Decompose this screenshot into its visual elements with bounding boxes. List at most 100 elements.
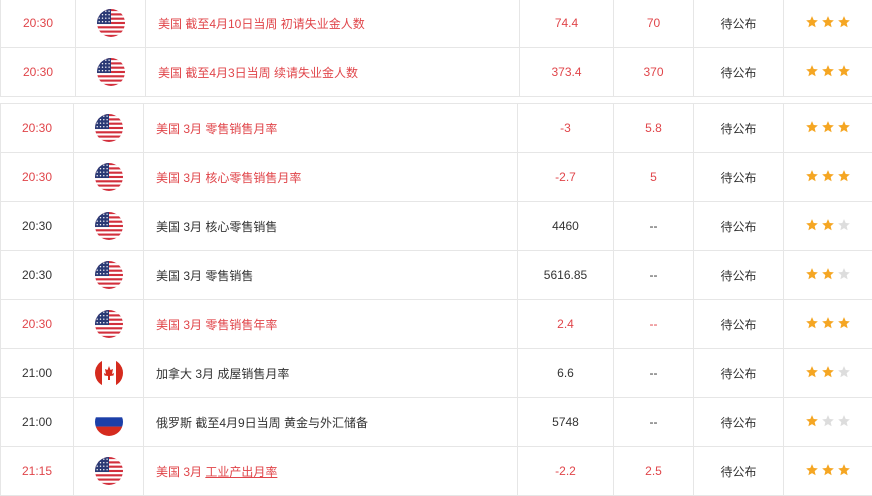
star-filled-icon bbox=[837, 120, 851, 137]
country-cell bbox=[74, 349, 144, 398]
star-filled-icon bbox=[821, 218, 835, 235]
event-prefix: 美国 3月 bbox=[156, 465, 205, 479]
forecast-value: -2.7 bbox=[518, 153, 614, 202]
star-filled-icon bbox=[805, 169, 819, 186]
event-time: 21:00 bbox=[1, 349, 74, 398]
previous-value: -- bbox=[614, 251, 694, 300]
event-time: 21:15 bbox=[1, 447, 74, 496]
status-text: 待公布 bbox=[694, 300, 784, 349]
star-empty-icon bbox=[837, 365, 851, 382]
previous-value: 370 bbox=[614, 48, 694, 97]
forecast-value: -3 bbox=[518, 104, 614, 153]
star-filled-icon bbox=[821, 169, 835, 186]
event-name[interactable]: 美国 3月 零售销售月率 bbox=[144, 104, 518, 153]
forecast-value: 6.6 bbox=[518, 349, 614, 398]
table-row[interactable]: 20:30 美国 截至4月10日当周 初请失业金人数74.470待公布 bbox=[1, 0, 872, 48]
table-row[interactable]: 20:30 美国 3月 零售销售5616.85--待公布 bbox=[1, 251, 872, 300]
event-name[interactable]: 美国 截至4月3日当周 续请失业金人数 bbox=[146, 48, 520, 97]
event-name[interactable]: 美国 3月 核心零售销售月率 bbox=[144, 153, 518, 202]
event-link[interactable]: 工业产出月率 bbox=[205, 465, 277, 479]
importance-rating bbox=[784, 349, 872, 398]
table-row[interactable]: 21:00加拿大 3月 成屋销售月率6.6--待公布 bbox=[1, 349, 872, 398]
star-filled-icon bbox=[805, 365, 819, 382]
us-flag-icon bbox=[95, 261, 123, 289]
event-time: 20:30 bbox=[1, 153, 74, 202]
us-flag-icon bbox=[95, 310, 123, 338]
status-text: 待公布 bbox=[694, 48, 784, 97]
calendar-table-main: 20:30美国 3月 零售销售月率-35.8待公布20:30美国 3月 核心零售… bbox=[0, 103, 872, 496]
importance-rating bbox=[784, 153, 872, 202]
star-filled-icon bbox=[821, 267, 835, 284]
event-time: 21:00 bbox=[1, 398, 74, 447]
event-name[interactable]: 美国 截至4月10日当周 初请失业金人数 bbox=[146, 0, 520, 48]
previous-value: 5.8 bbox=[614, 104, 694, 153]
us-flag-icon bbox=[95, 114, 123, 142]
star-empty-icon bbox=[821, 414, 835, 431]
star-filled-icon bbox=[805, 316, 819, 333]
previous-value: -- bbox=[614, 202, 694, 251]
table-row[interactable]: 20:30美国 截至4月3日当周 续请失业金人数373.4370待公布 bbox=[1, 48, 872, 97]
forecast-value: 5616.85 bbox=[518, 251, 614, 300]
status-text: 待公布 bbox=[694, 202, 784, 251]
event-name[interactable]: 美国 3月 零售销售 bbox=[144, 251, 518, 300]
event-time: 20:30 bbox=[1, 0, 76, 48]
table-row[interactable]: 20:30美国 3月 零售销售月率-35.8待公布 bbox=[1, 104, 872, 153]
status-text: 待公布 bbox=[694, 251, 784, 300]
event-name[interactable]: 美国 3月 工业产出月率 bbox=[144, 447, 518, 496]
previous-value: -- bbox=[614, 300, 694, 349]
star-filled-icon bbox=[821, 463, 835, 480]
forecast-value: 373.4 bbox=[520, 48, 614, 97]
star-filled-icon bbox=[821, 15, 835, 32]
star-filled-icon bbox=[805, 218, 819, 235]
star-empty-icon bbox=[837, 414, 851, 431]
country-cell bbox=[76, 0, 146, 48]
star-filled-icon bbox=[805, 463, 819, 480]
status-text: 待公布 bbox=[694, 398, 784, 447]
star-filled-icon bbox=[837, 64, 851, 81]
star-empty-icon bbox=[837, 218, 851, 235]
previous-value: 70 bbox=[614, 0, 694, 48]
star-filled-icon bbox=[837, 316, 851, 333]
importance-rating bbox=[784, 202, 872, 251]
status-text: 待公布 bbox=[694, 153, 784, 202]
previous-value: -- bbox=[614, 398, 694, 447]
previous-value: -- bbox=[614, 349, 694, 398]
previous-value: 2.5 bbox=[614, 447, 694, 496]
table-row[interactable]: 21:15美国 3月 工业产出月率-2.22.5待公布 bbox=[1, 447, 872, 496]
event-time: 20:30 bbox=[1, 202, 74, 251]
forecast-value: 2.4 bbox=[518, 300, 614, 349]
us-flag-icon bbox=[95, 457, 123, 485]
status-text: 待公布 bbox=[694, 0, 784, 48]
table-row[interactable]: 21:00俄罗斯 截至4月9日当周 黄金与外汇储备5748--待公布 bbox=[1, 398, 872, 447]
star-filled-icon bbox=[805, 267, 819, 284]
russia-flag-icon bbox=[95, 408, 123, 436]
star-filled-icon bbox=[821, 365, 835, 382]
country-cell bbox=[74, 300, 144, 349]
importance-rating bbox=[784, 104, 872, 153]
event-name[interactable]: 俄罗斯 截至4月9日当周 黄金与外汇储备 bbox=[144, 398, 518, 447]
star-filled-icon bbox=[805, 414, 819, 431]
table-row[interactable]: 20:30 美国 3月 零售销售年率2.4--待公布 bbox=[1, 300, 872, 349]
calendar-table-top: 20:30 美国 截至4月10日当周 初请失业金人数74.470待公布20:30美… bbox=[0, 0, 872, 97]
country-cell bbox=[76, 48, 146, 97]
event-name[interactable]: 美国 3月 核心零售销售 bbox=[144, 202, 518, 251]
table-row[interactable]: 20:30美国 3月 核心零售销售月率-2.75待公布 bbox=[1, 153, 872, 202]
table-row[interactable]: 20:30美国 3月 核心零售销售4460--待公布 bbox=[1, 202, 872, 251]
canada-flag-icon bbox=[95, 359, 123, 387]
star-filled-icon bbox=[821, 64, 835, 81]
us-flag-icon bbox=[97, 9, 125, 37]
star-empty-icon bbox=[837, 267, 851, 284]
forecast-value: 74.4 bbox=[520, 0, 614, 48]
event-name[interactable]: 美国 3月 零售销售年率 bbox=[144, 300, 518, 349]
event-time: 20:30 bbox=[1, 104, 74, 153]
event-name[interactable]: 加拿大 3月 成屋销售月率 bbox=[144, 349, 518, 398]
event-time: 20:30 bbox=[1, 251, 74, 300]
star-filled-icon bbox=[805, 120, 819, 137]
us-flag-icon bbox=[95, 163, 123, 191]
star-filled-icon bbox=[805, 64, 819, 81]
importance-rating bbox=[784, 398, 872, 447]
event-time: 20:30 bbox=[1, 300, 74, 349]
importance-rating bbox=[784, 300, 872, 349]
importance-rating bbox=[784, 251, 872, 300]
forecast-value: -2.2 bbox=[518, 447, 614, 496]
